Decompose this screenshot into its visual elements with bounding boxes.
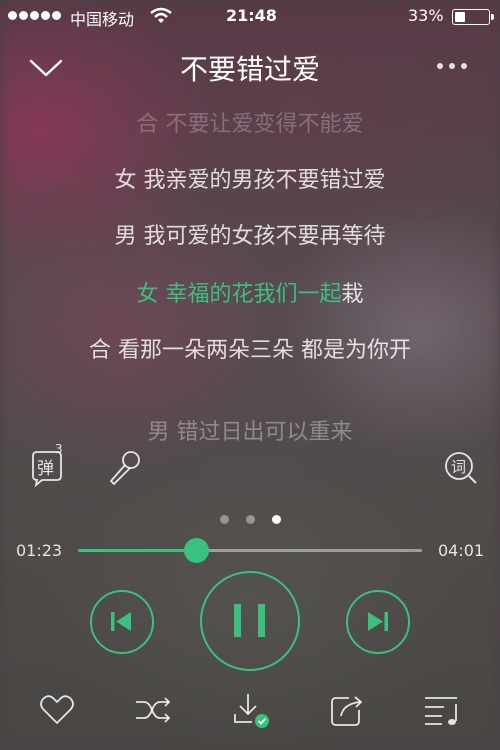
lyric-line: 男 我可爱的女孩不要再等待 (114, 224, 386, 249)
microphone-icon[interactable] (105, 448, 145, 488)
clock: 21:48 (226, 6, 277, 25)
lyric-line: 合 看那一朵两朵三朵 都是为你开 (89, 338, 411, 363)
page-indicator (220, 515, 281, 524)
shuffle-icon[interactable] (133, 690, 173, 730)
lyrics-label: 词 (451, 458, 467, 476)
danmaku-icon[interactable]: 弹 3 (28, 442, 68, 488)
carrier-label: 中国移动 (70, 10, 135, 29)
lyric-line-current: 女 幸福的花我们一起栽 (60, 282, 440, 308)
share-icon[interactable] (327, 690, 367, 730)
lyric-line: 合 不要让爱变得不能爱 (136, 112, 364, 137)
total-time: 04:01 (438, 541, 485, 560)
danmaku-count: 3 (55, 442, 63, 456)
pause-button[interactable] (200, 571, 300, 671)
player-header: 不要错过爱 (0, 44, 500, 90)
song-title: 不要错过爱 (179, 53, 320, 86)
elapsed-time: 01:23 (16, 541, 63, 560)
lyric-line: 女 我亲爱的男孩不要错过爱 (114, 168, 386, 193)
playlist-icon[interactable] (422, 690, 462, 730)
more-dots-icon[interactable] (432, 54, 472, 78)
lyric-sung-part: 女 幸福的花我们一起 (136, 282, 342, 307)
wifi-icon (150, 7, 172, 23)
next-icon (368, 612, 388, 631)
lyrics-search-icon[interactable]: 词 (443, 450, 479, 486)
progress-fill (78, 549, 197, 552)
previous-icon (111, 612, 131, 631)
page-dot[interactable] (220, 515, 229, 524)
heart-icon[interactable] (37, 690, 77, 730)
signal-dots-icon (8, 11, 61, 20)
bottom-action-bar (0, 690, 500, 734)
danmaku-label: 弹 (37, 459, 54, 479)
lyric-line: 男 错过日出可以重来 (147, 420, 353, 445)
lyric-unsung-part: 栽 (341, 282, 364, 307)
page-dot[interactable] (246, 515, 255, 524)
next-button[interactable] (346, 590, 410, 654)
status-bar: 中国移动 21:48 33% (0, 0, 500, 34)
progress-slider[interactable] (78, 538, 422, 563)
previous-button[interactable] (90, 590, 154, 654)
battery-icon (452, 9, 494, 25)
download-icon[interactable] (230, 690, 270, 730)
pause-icon (234, 604, 265, 637)
page-dot-active[interactable] (272, 515, 281, 524)
battery-percent: 33% (408, 6, 444, 25)
